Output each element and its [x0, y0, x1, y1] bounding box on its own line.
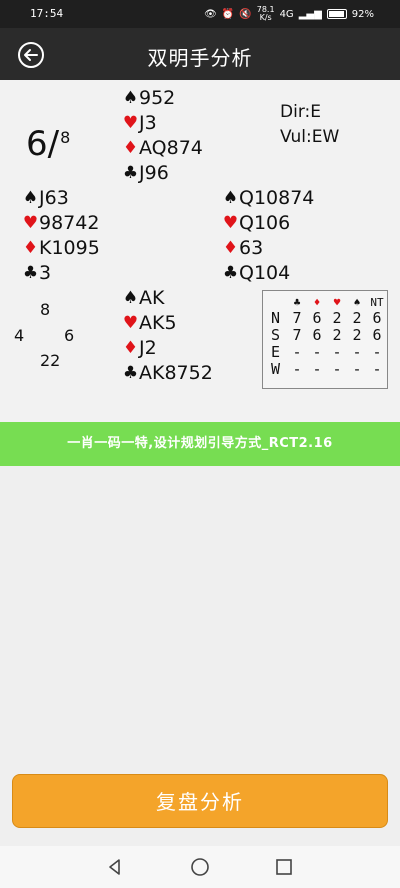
contract-level: 6/ — [26, 124, 60, 164]
west-spades: ♠ J63 — [22, 186, 100, 211]
south-clubs: ♣ AK8752 — [122, 361, 213, 386]
south-diamonds: ♦ J2 — [122, 336, 213, 361]
spade-icon: ♠ — [122, 88, 139, 108]
west-clubs-cards: 3 — [39, 262, 52, 284]
board-panel: 6/8 Dir:E Vul:EW ♠ 952 ♥ J3 ♦ AQ874 ♣ J96 ♠ J… — [0, 80, 400, 422]
west-diamonds-cards: K1095 — [39, 237, 100, 259]
diamond-icon: ♦ — [22, 238, 39, 258]
west-hearts: ♥ 98742 — [22, 211, 100, 236]
battery-level: 92% — [351, 8, 374, 20]
diamond-icon: ♦ — [313, 296, 321, 309]
app-header: 双明手分析 — [0, 28, 400, 80]
diamond-icon: ♦ — [222, 238, 239, 258]
hcp-west: 4 — [14, 326, 25, 345]
south-hearts: ♥ AK5 — [122, 311, 213, 336]
spade-icon: ♠ — [353, 296, 361, 309]
status-icons: 👁 ⏰ 🔇 78.1 K/s 4G ▂▄▆ 92% — [204, 6, 374, 22]
north-spades: ♠ 952 — [122, 86, 203, 111]
east-clubs-cards: Q104 — [239, 262, 291, 284]
signal-icon: ▂▄▆ — [298, 8, 322, 20]
notrump-header: NT — [370, 296, 384, 309]
club-icon: ♣ — [22, 263, 39, 283]
west-spades-cards: J63 — [39, 187, 69, 209]
south-diamonds-cards: J2 — [139, 337, 157, 359]
heart-icon: ♥ — [122, 113, 139, 133]
hcp-north: 8 — [40, 300, 51, 319]
east-diamonds-cards: 63 — [239, 237, 264, 259]
heart-icon: ♥ — [122, 313, 139, 333]
hand-south: ♠ AK ♥ AK5 ♦ J2 ♣ AK8752 — [122, 286, 213, 386]
hand-east: ♠ Q10874 ♥ Q106 ♦ 63 ♣ Q104 — [222, 186, 315, 286]
north-clubs-cards: J96 — [139, 162, 169, 184]
west-diamonds: ♦ K1095 — [22, 236, 100, 261]
east-clubs: ♣ Q104 — [222, 261, 314, 286]
club-icon: ♣ — [293, 296, 301, 309]
north-diamonds-cards: AQ874 — [139, 137, 203, 159]
status-bar: 17:54 👁 ⏰ 🔇 78.1 K/s 4G ▂▄▆ 92% — [0, 0, 400, 28]
dealer-text: Dir:E — [280, 102, 321, 122]
south-clubs-cards: AK8752 — [139, 362, 213, 384]
club-icon: ♣ — [122, 363, 139, 383]
mute-icon: 🔇 — [239, 8, 252, 20]
eye-icon: 👁 — [204, 8, 217, 20]
status-time: 17:54 — [30, 7, 64, 20]
spade-icon: ♠ — [22, 188, 39, 208]
north-hearts: ♥ J3 — [122, 111, 203, 136]
vulnerability-text: Vul:EW — [280, 127, 340, 147]
page-title: 双明手分析 — [147, 46, 253, 70]
north-diamonds: ♦ AQ874 — [122, 136, 203, 161]
table-row: N 7 6 2 2 6 — [271, 309, 382, 327]
network-speed: 78.1 K/s — [257, 6, 275, 22]
west-clubs: ♣ 3 — [22, 261, 100, 286]
board-info: Dir:E Vul:EW — [280, 100, 339, 150]
table-row: S 7 6 2 2 6 — [271, 326, 382, 344]
tricks-table: ♣ ♦ ♥ ♠ NT N 7 6 2 2 6 S 7 6 2 2 6 E - -… — [262, 290, 388, 389]
network-type: 4G — [279, 8, 294, 20]
replay-analysis-button[interactable]: 复盘分析 — [12, 774, 388, 828]
heart-icon: ♥ — [222, 213, 239, 233]
tricks-header-row: ♣ ♦ ♥ ♠ NT — [271, 295, 387, 310]
east-spades: ♠ Q10874 — [222, 186, 315, 211]
south-spades-cards: AK — [139, 287, 165, 309]
diamond-icon: ♦ — [122, 338, 139, 358]
north-spades-cards: 952 — [139, 87, 176, 109]
alarm-icon: ⏰ — [221, 8, 235, 20]
north-clubs: ♣ J96 — [122, 161, 203, 186]
network-speed-unit: K/s — [259, 13, 272, 22]
west-hearts-cards: 98742 — [39, 212, 100, 234]
diamond-icon: ♦ — [122, 138, 139, 158]
south-spades: ♠ AK — [122, 286, 213, 311]
east-diamonds: ♦ 63 — [222, 236, 314, 261]
north-hearts-cards: J3 — [139, 112, 157, 134]
battery-icon — [326, 9, 347, 19]
spade-icon: ♠ — [122, 288, 139, 308]
east-hearts-cards: Q106 — [239, 212, 291, 234]
table-row: W - - - - - — [271, 360, 382, 378]
spade-icon: ♠ — [222, 188, 239, 208]
table-row: E - - - - - — [271, 343, 382, 361]
hand-north: ♠ 952 ♥ J3 ♦ AQ874 ♣ J96 — [122, 86, 203, 186]
south-hearts-cards: AK5 — [139, 312, 177, 334]
contract-number: 8 — [60, 128, 71, 147]
east-hearts: ♥ Q106 — [222, 211, 314, 236]
heart-icon: ♥ — [333, 296, 341, 309]
nav-back-icon[interactable] — [104, 856, 126, 878]
system-nav-bar — [0, 846, 400, 888]
hcp-south: 22 — [40, 351, 61, 370]
hcp-east: 6 — [64, 326, 75, 345]
heart-icon: ♥ — [22, 213, 39, 233]
club-icon: ♣ — [222, 263, 239, 283]
hand-west: ♠ J63 ♥ 98742 ♦ K1095 ♣ 3 — [22, 186, 100, 286]
promo-banner[interactable]: 一肖一码一特,设计规划引导方式_RCT2.16 — [0, 422, 400, 466]
club-icon: ♣ — [122, 163, 139, 183]
contract: 6/8 — [26, 124, 70, 164]
nav-recents-icon[interactable] — [273, 856, 295, 878]
east-spades-cards: Q10874 — [239, 187, 315, 209]
nav-home-icon[interactable] — [189, 856, 211, 878]
